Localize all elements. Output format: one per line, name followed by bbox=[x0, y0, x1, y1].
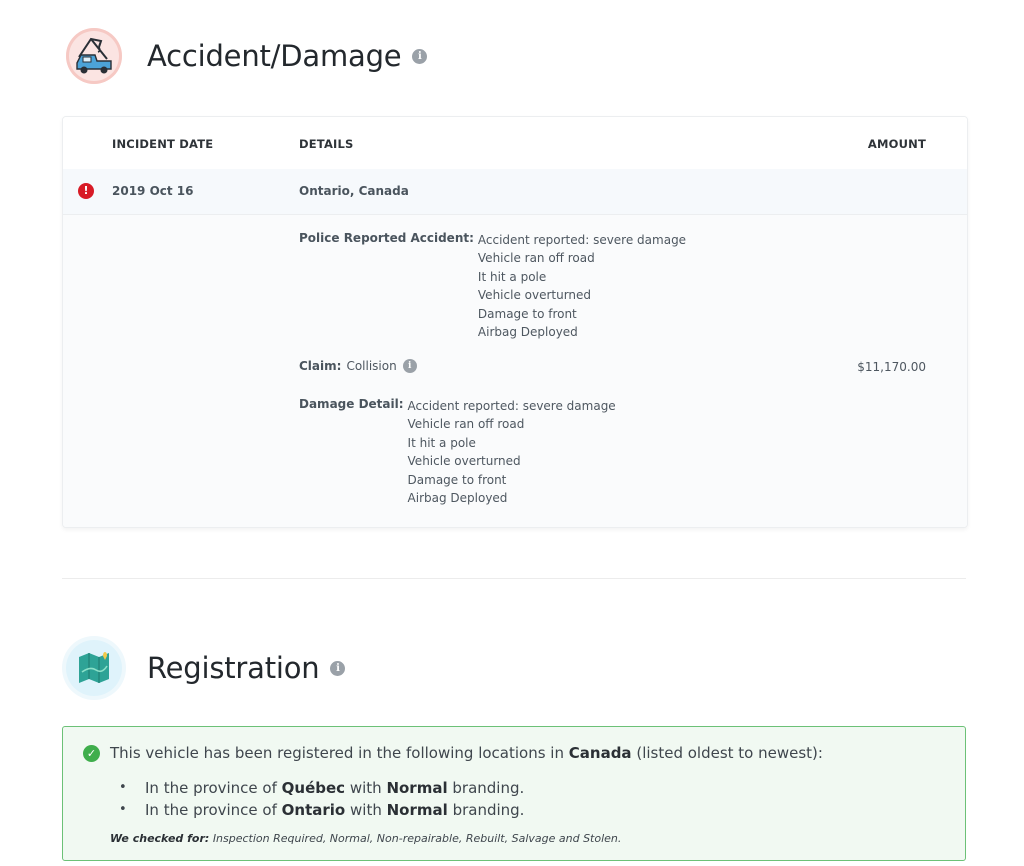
check-icon: ✓ bbox=[83, 744, 100, 762]
table-row[interactable]: ! 2019 Oct 16 Ontario, Canada bbox=[63, 169, 967, 215]
entry-branding: Normal bbox=[386, 801, 448, 819]
police-report-line: Vehicle ran off road bbox=[477, 251, 595, 266]
damage-detail-lines: Accident reported: severe damage Vehicle… bbox=[408, 397, 616, 507]
entry-mid: with bbox=[350, 801, 382, 819]
registration-list: In the province of Québec with Normal br… bbox=[119, 777, 524, 821]
police-report-line: Damage to front bbox=[477, 306, 577, 321]
police-report-line: Accident reported: severe damage bbox=[477, 233, 687, 247]
registration-country: Canada bbox=[568, 744, 632, 762]
header-amount: AMOUNT bbox=[867, 137, 926, 151]
registration-section-header: Registration i bbox=[66, 640, 346, 696]
claim-row: Claim: Collision i bbox=[299, 359, 417, 373]
police-report-line: It hit a pole bbox=[477, 269, 547, 284]
entry-branding: Normal bbox=[386, 779, 448, 797]
damage-detail-label: Damage Detail: bbox=[299, 397, 404, 411]
checked-for-value: Inspection Required, Normal, Non-repaira… bbox=[212, 832, 622, 845]
registration-intro-suffix: (listed oldest to newest): bbox=[636, 744, 823, 762]
accident-section-header: Accident/Damage i bbox=[66, 28, 428, 84]
table-header: INCIDENT DATE DETAILS AMOUNT bbox=[63, 117, 967, 170]
accident-table: INCIDENT DATE DETAILS AMOUNT ! 2019 Oct … bbox=[62, 116, 968, 528]
incident-date: 2019 Oct 16 bbox=[112, 184, 194, 198]
damage-detail-line: Vehicle ran off road bbox=[407, 417, 525, 432]
claim-amount: $11,170.00 bbox=[857, 360, 926, 374]
entry-province: Ontario bbox=[281, 801, 346, 819]
claim-label: Claim: bbox=[299, 359, 342, 373]
accident-section-title: Accident/Damage bbox=[147, 39, 402, 73]
tow-truck-icon bbox=[66, 28, 122, 84]
header-incident-date: INCIDENT DATE bbox=[112, 137, 214, 151]
info-icon[interactable]: i bbox=[402, 359, 417, 373]
registration-section-title: Registration bbox=[147, 651, 320, 685]
entry-mid: with bbox=[349, 779, 382, 797]
entry-suffix: branding. bbox=[452, 779, 525, 797]
entry-suffix: branding. bbox=[452, 801, 525, 819]
map-icon bbox=[66, 640, 122, 696]
registration-intro-prefix: This vehicle has been registered in the … bbox=[110, 744, 564, 762]
police-report-line: Airbag Deployed bbox=[477, 325, 578, 340]
incident-location: Ontario, Canada bbox=[299, 184, 409, 198]
damage-detail-line: Vehicle overturned bbox=[407, 454, 521, 469]
police-report-lines: Accident reported: severe damage Vehicle… bbox=[478, 231, 686, 341]
checked-for-label: We checked for: bbox=[110, 832, 210, 845]
info-icon[interactable]: i bbox=[412, 48, 428, 64]
list-item: In the province of Ontario with Normal b… bbox=[119, 799, 524, 821]
damage-detail-line: It hit a pole bbox=[407, 435, 476, 450]
entry-prefix: In the province of bbox=[145, 801, 277, 819]
damage-detail-line: Accident reported: severe damage bbox=[407, 399, 616, 413]
registration-summary: ✓ This vehicle has been registered in th… bbox=[62, 726, 966, 861]
police-report-label: Police Reported Accident: bbox=[299, 231, 474, 245]
checked-for-note: We checked for: Inspection Required, Nor… bbox=[110, 832, 621, 845]
info-icon[interactable]: i bbox=[330, 660, 346, 676]
claim-type: Collision bbox=[346, 359, 397, 373]
alert-icon: ! bbox=[78, 183, 94, 199]
section-divider bbox=[62, 578, 966, 579]
entry-province: Québec bbox=[281, 779, 346, 797]
header-details: DETAILS bbox=[299, 137, 354, 151]
police-report-block: Police Reported Accident: Accident repor… bbox=[299, 231, 686, 341]
list-item: In the province of Québec with Normal br… bbox=[119, 777, 524, 799]
police-report-line: Vehicle overturned bbox=[477, 288, 592, 303]
record-details: Police Reported Accident: Accident repor… bbox=[63, 215, 967, 527]
damage-detail-line: Damage to front bbox=[407, 472, 507, 487]
entry-prefix: In the province of bbox=[145, 779, 277, 797]
damage-detail-line: Airbag Deployed bbox=[407, 491, 508, 506]
damage-detail-block: Damage Detail: Accident reported: severe… bbox=[299, 397, 616, 507]
registration-intro: ✓ This vehicle has been registered in th… bbox=[83, 744, 823, 762]
